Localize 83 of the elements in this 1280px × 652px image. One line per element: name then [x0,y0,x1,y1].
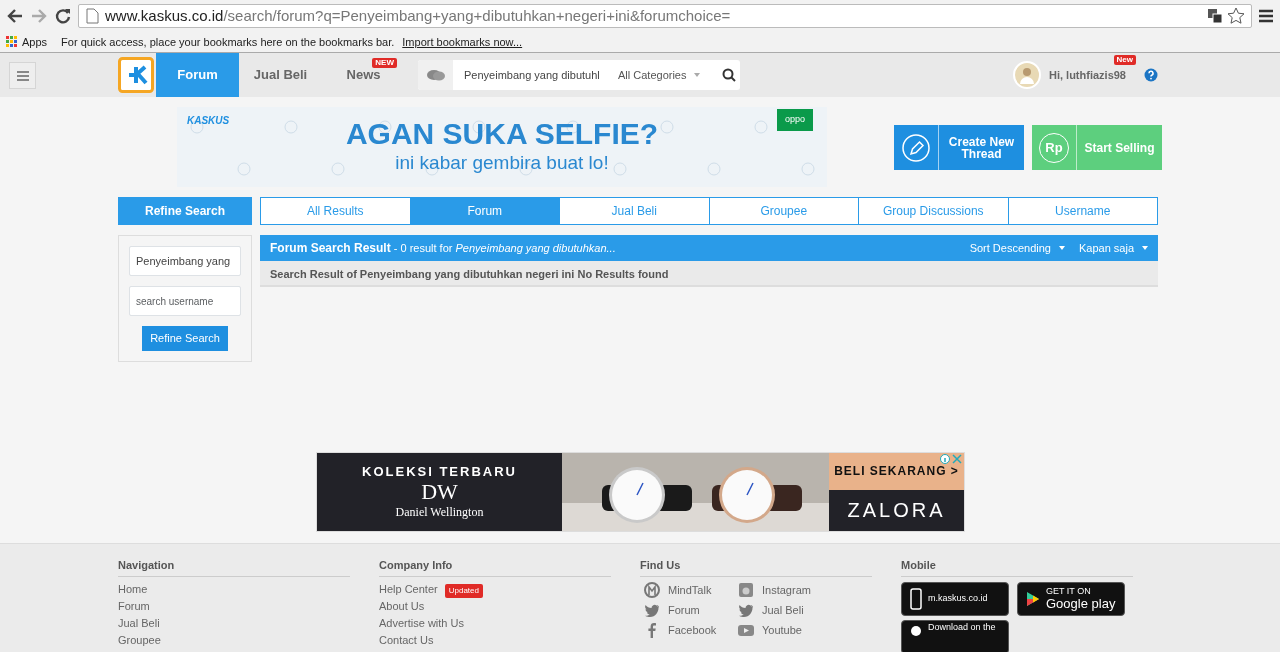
nav-tab[interactable]: Forum [156,53,239,97]
phone-icon [910,588,922,610]
caret-icon [1142,246,1148,250]
footer-heading: Find Us [640,559,872,577]
play-icon [1026,591,1040,607]
caret-icon [1058,246,1065,250]
apps-icon [6,36,18,48]
footer-link[interactable]: Home [118,582,350,597]
social-link[interactable]: Youtube [738,622,872,638]
footer-link[interactable]: Jual Beli [118,616,350,631]
pencil-icon [901,132,931,163]
menu-button[interactable] [9,62,36,89]
result-tab[interactable]: Group Discussions [858,197,1009,225]
username-field[interactable]: search username [129,286,241,316]
social-link[interactable]: MindTalk [644,582,738,598]
camera-icon [738,582,754,598]
footer-link[interactable]: Groupee [118,633,350,648]
reload-icon[interactable] [54,7,72,25]
new-badge: NEW [372,58,397,68]
search-icon[interactable] [722,68,737,82]
footer-heading: Mobile [901,559,1133,577]
footer-link[interactable]: Contact Us [379,633,434,648]
buy-now-button[interactable]: BELI SEKARANG > [829,452,964,490]
create-thread-button[interactable]: Create New Thread [894,125,1024,170]
page-icon [85,8,99,24]
new-badge: New [1113,55,1136,65]
result-tab[interactable]: Username [1007,197,1158,225]
sponsor-logo: oppo [776,109,813,131]
chat-icon [426,69,445,81]
info-icon[interactable] [940,453,950,464]
footer-link[interactable]: Forum [118,599,350,614]
result-tab[interactable]: Jual Beli [559,197,710,225]
refine-search-heading: Refine Search [118,197,252,225]
sort-dropdown[interactable]: Sort Descending [969,239,1065,257]
nav-tab[interactable]: Jual Beli [239,53,322,97]
menu-icon[interactable] [1258,8,1274,24]
back-icon[interactable] [6,7,24,25]
time-dropdown[interactable]: Kapan saja [1078,239,1148,257]
kaskus-logo: KASKUS [187,114,230,128]
result-tab[interactable]: Groupee [708,197,859,225]
translate-icon[interactable] [1207,8,1223,24]
result-title: Forum Search Result - 0 result for Penyeimbang yang dibutuhkan... [270,240,616,257]
ad-headline: KOLEKSI TERBARU [362,462,517,481]
footer-link[interactable]: Advertise with Us [379,616,464,631]
bird-icon [644,602,660,618]
footer-heading: Navigation [118,559,350,577]
star-icon[interactable] [1227,7,1245,25]
search-bar[interactable]: Penyeimbang yang dibutuhl All Categories [418,60,740,90]
social-link[interactable]: Facebook [644,622,738,638]
refine-search-button[interactable]: Refine Search [142,326,228,351]
dw-logo: DW [421,481,458,504]
bird-icon [738,602,754,618]
footer-heading: Company Info [379,559,611,577]
apps-shortcut[interactable]: Apps [6,33,48,51]
zalora-logo: ZALORA [829,489,964,531]
import-bookmarks-link[interactable]: Import bookmarks now... [402,33,523,51]
mindtalk-icon [644,582,660,598]
result-message: Search Result of Penyeimbang yang dibutuhkan negeri ini No Results found [260,261,1158,287]
video-icon [738,622,754,638]
mobile-site-badge[interactable]: m.kaskus.co.id [901,582,1009,616]
address-bar[interactable]: www.kaskus.co.id/search/forum?q=Penyeimbang+yang+dibutuhkan+negeri+ini&forumchoice= [78,4,1252,28]
social-link[interactable]: Jual Beli [738,602,872,618]
footer-link[interactable]: About Us [379,599,425,614]
social-link[interactable]: Instagram [738,582,872,598]
category-dropdown[interactable]: All Categories [618,66,701,84]
ad-brand: Daniel Wellington [395,504,484,522]
search-field[interactable]: Penyeimbang yang [129,246,241,276]
search-query: Penyeimbang yang dibutuhl [464,67,601,83]
banner-subline: ini kabar gembira buat lo! [395,153,609,172]
banner-headline: AGAN SUKA SELFIE? [345,119,659,149]
google-play-badge[interactable]: GET IT ON Google play [1017,582,1125,616]
help-icon[interactable] [1144,68,1158,82]
bookmarks-hint: For quick access, place your bookmarks here on the bookmarks bar. [61,34,395,50]
result-tab[interactable]: Forum [409,197,560,225]
social-link[interactable]: Forum [644,602,738,618]
footer-link[interactable]: Help Center [379,582,438,597]
user-greeting[interactable]: Hi, luthfiazis98 [1048,66,1126,84]
updated-badge: Updated [444,583,483,598]
kaskus-logo [118,57,154,93]
result-tab[interactable]: All Results [260,197,411,225]
app-store-badge[interactable]: Download on the [901,620,1009,652]
avatar-icon[interactable] [1012,61,1041,89]
caret-icon [694,73,701,77]
